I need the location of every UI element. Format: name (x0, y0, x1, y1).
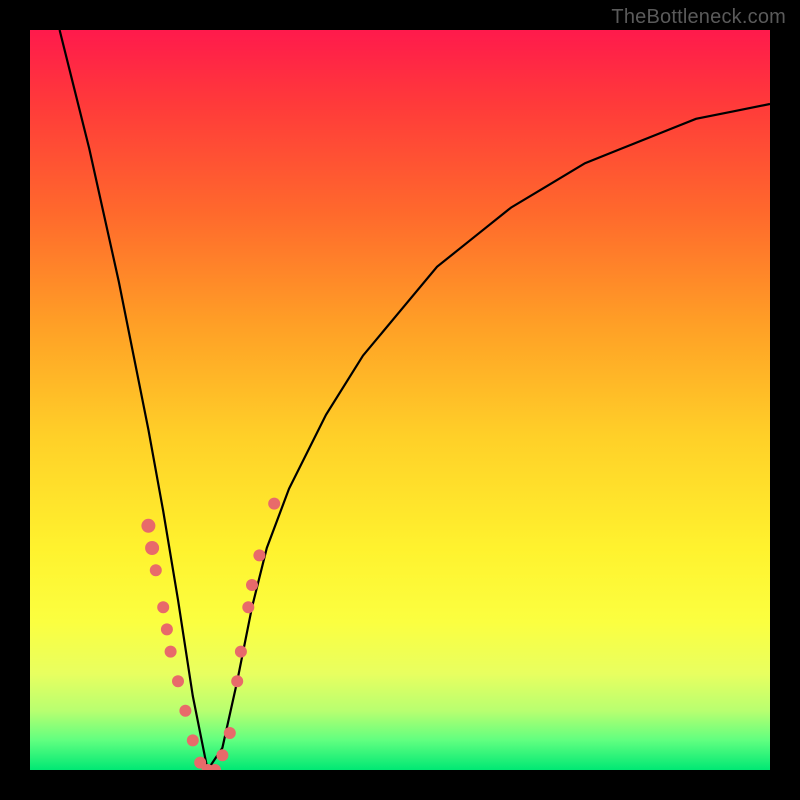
data-point (161, 623, 173, 635)
data-point (235, 646, 247, 658)
bottleneck-curve (60, 30, 770, 770)
data-point (268, 498, 280, 510)
data-point (231, 675, 243, 687)
data-point (187, 734, 199, 746)
dots-layer (141, 498, 280, 770)
data-point (179, 705, 191, 717)
data-point (246, 579, 258, 591)
plot-area (30, 30, 770, 770)
data-point (145, 541, 159, 555)
data-point (141, 519, 155, 533)
data-point (157, 601, 169, 613)
chart-svg (30, 30, 770, 770)
data-point (224, 727, 236, 739)
watermark-text: TheBottleneck.com (611, 6, 786, 29)
chart-container: TheBottleneck.com (0, 0, 800, 800)
data-point (150, 564, 162, 576)
data-point (242, 601, 254, 613)
curve-layer (60, 30, 770, 770)
data-point (165, 646, 177, 658)
data-point (216, 749, 228, 761)
data-point (253, 549, 265, 561)
data-point (172, 675, 184, 687)
